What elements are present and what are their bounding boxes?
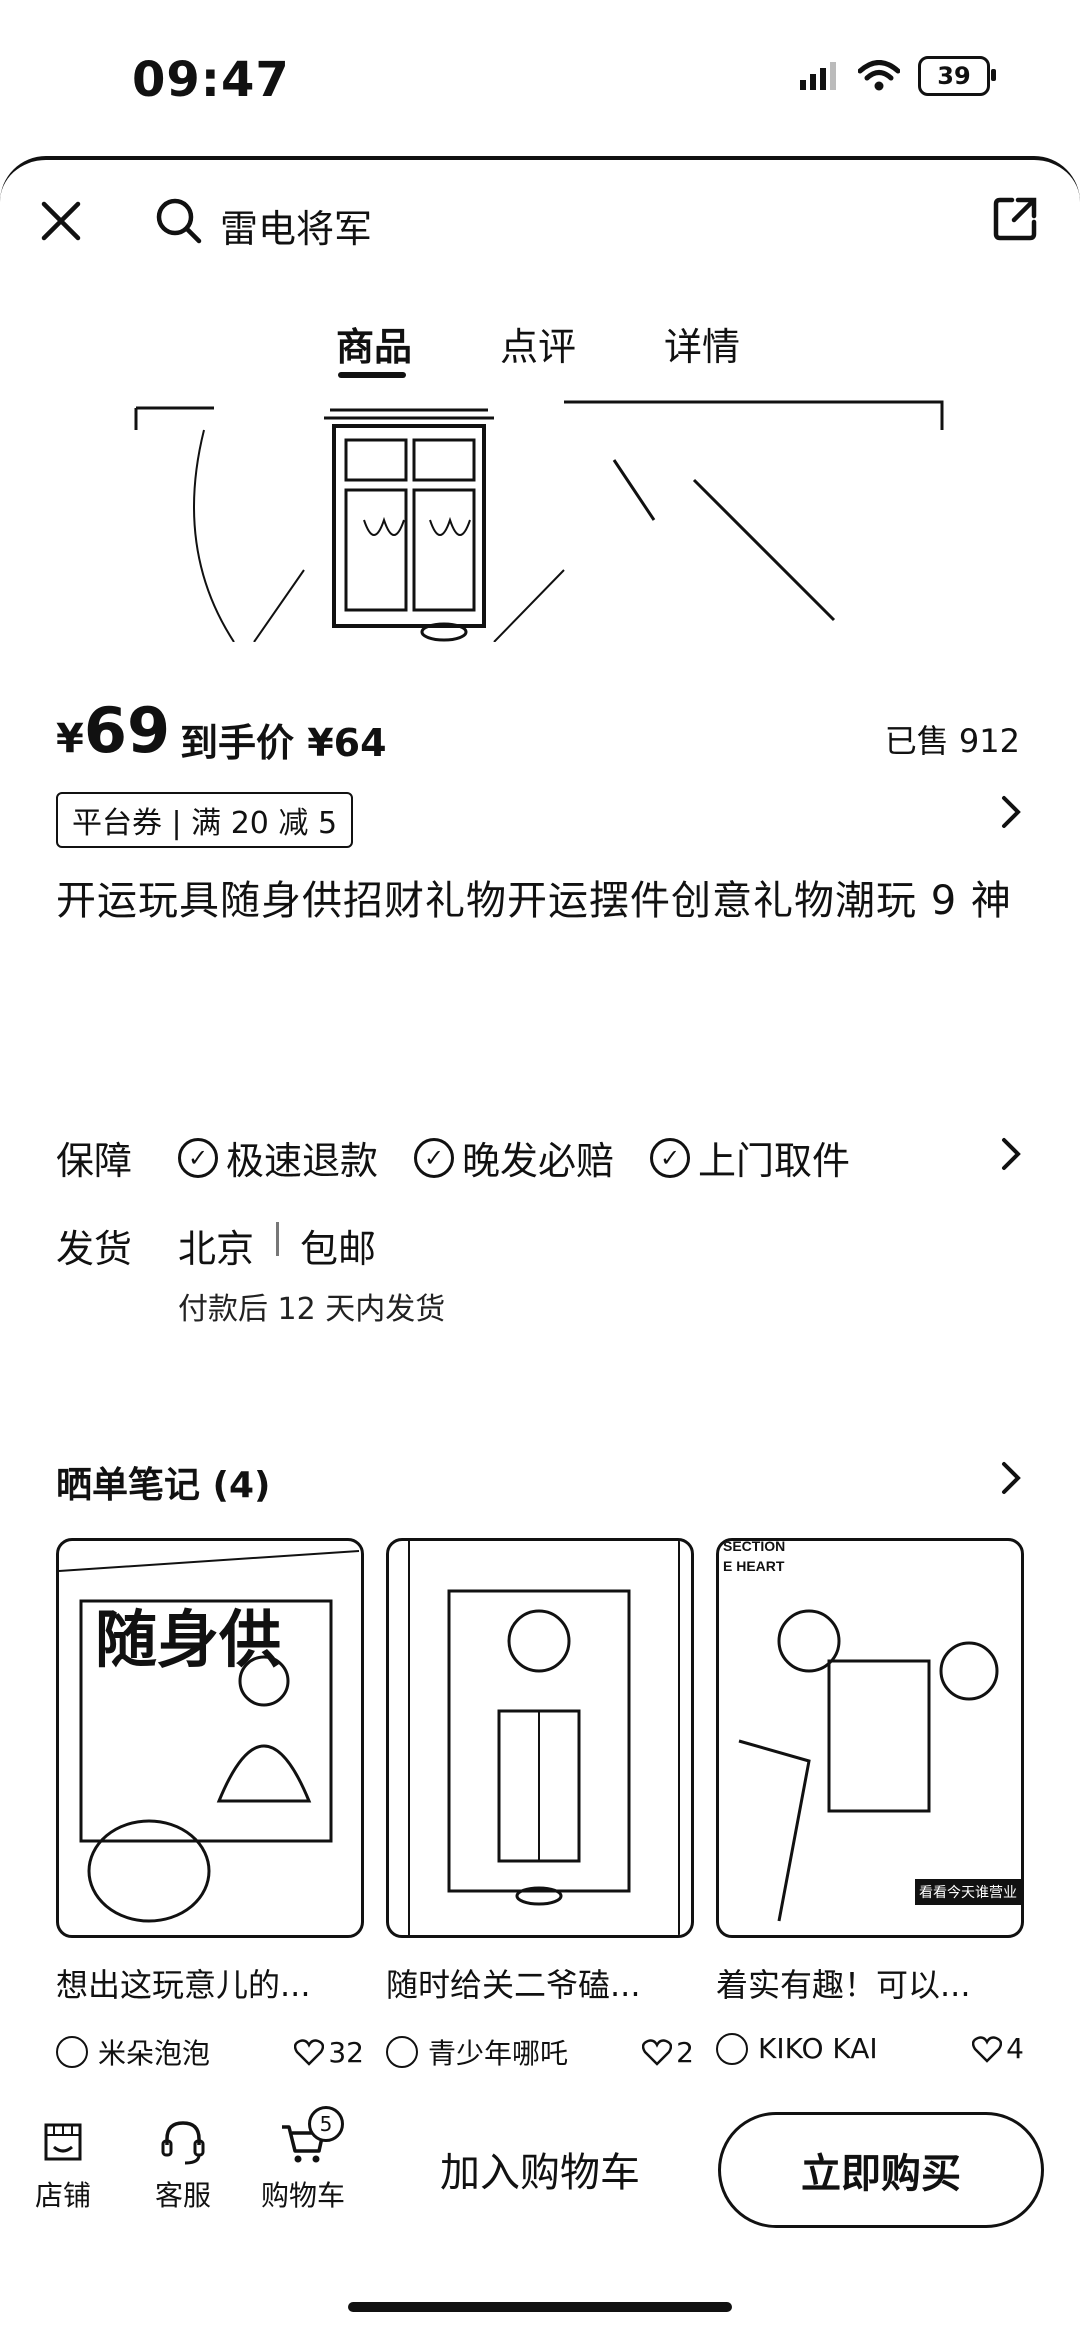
- shipping-label: 发货: [56, 1227, 133, 1271]
- close-button[interactable]: [34, 194, 88, 248]
- check-circle-icon: ✓: [650, 1137, 690, 1178]
- note-text: 随时给关二爷磕...: [386, 1966, 641, 2004]
- note-image-text: 随身供: [95, 1606, 281, 1675]
- note-image-text: SECTION: [723, 1541, 785, 1554]
- note-image-tag: 看看今天谁营业: [919, 1884, 1017, 1900]
- search-icon[interactable]: [154, 196, 204, 250]
- shop-button[interactable]: 店铺: [18, 2110, 108, 2214]
- guarantee-text: 晚发必赔: [462, 1139, 615, 1183]
- product-image[interactable]: [134, 400, 946, 642]
- cart-count-badge: 5: [308, 2106, 344, 2142]
- tab-reviews[interactable]: 点评: [500, 316, 576, 371]
- notes-chevron-icon[interactable]: [996, 1456, 1026, 1504]
- guarantee-label: 保障: [56, 1139, 133, 1183]
- note-image[interactable]: SECTION E HEART 看看今天谁营业: [716, 1538, 1024, 1938]
- avatar: [56, 2036, 88, 2068]
- shop-icon: [18, 2110, 108, 2174]
- coupon-badge[interactable]: 平台券 | 满 20 减 5: [56, 792, 354, 848]
- avatar: [386, 2036, 418, 2068]
- customer-service-button[interactable]: 客服: [138, 2110, 228, 2214]
- note-meta: KIKO KAI 4: [716, 2032, 1024, 2065]
- divider: [276, 1222, 279, 1256]
- guarantee-door-pickup[interactable]: ✓ 上门取件: [650, 1130, 850, 1185]
- avatar: [716, 2032, 748, 2065]
- guarantee-fast-refund[interactable]: ✓ 极速退款: [178, 1130, 378, 1185]
- tab-active-indicator: [338, 372, 406, 378]
- headset-icon: [138, 2110, 228, 2174]
- like-count: 32: [328, 2035, 364, 2069]
- shipping-city: 北京: [178, 1227, 255, 1271]
- service-label: 客服: [154, 2179, 211, 2212]
- product-title: 开运玩具随身供招财礼物开运摆件创意礼物潮玩 9 神: [56, 878, 1012, 924]
- cart-button[interactable]: 5 购物车: [258, 2106, 348, 2214]
- battery-icon: 39: [918, 56, 996, 96]
- guarantee-late-compensation[interactable]: ✓ 晚发必赔: [414, 1130, 614, 1185]
- heart-icon: [294, 2039, 325, 2066]
- wifi-icon: [858, 60, 900, 91]
- like-button[interactable]: 2: [642, 2036, 694, 2069]
- status-icons: 39: [800, 56, 996, 96]
- like-button[interactable]: 32: [294, 2036, 364, 2069]
- price-value: 69: [83, 694, 171, 767]
- check-circle-icon: ✓: [414, 1137, 454, 1178]
- shipping-note: 付款后 12 天内发货: [178, 1292, 446, 1327]
- coupon-chevron-icon[interactable]: [996, 790, 1026, 845]
- note-author: 米朵泡泡: [98, 2037, 211, 2070]
- cart-label: 购物车: [260, 2179, 345, 2212]
- note-text: 着实有趣！可以...: [716, 1966, 971, 2004]
- note-image[interactable]: 随身供: [56, 1538, 364, 1938]
- signal-icon: [800, 62, 836, 90]
- note-card[interactable]: 随时给关二爷磕... 青少年哪吒 2: [386, 1538, 694, 2072]
- note-author: 青少年哪吒: [428, 2037, 569, 2070]
- close-icon: [41, 201, 81, 241]
- price: ¥69: [56, 694, 170, 767]
- guarantee-text: 极速退款: [226, 1139, 379, 1183]
- search-query[interactable]: 雷电将军: [220, 198, 372, 253]
- like-button[interactable]: 4: [972, 2032, 1024, 2065]
- home-indicator[interactable]: [348, 2302, 732, 2312]
- share-icon: [993, 197, 1037, 241]
- shop-label: 店铺: [34, 2179, 91, 2212]
- status-time: 09:47: [132, 52, 290, 108]
- guarantee-chevron-icon[interactable]: [996, 1132, 1026, 1180]
- cart-icon: 5: [258, 2106, 348, 2174]
- buy-now-button[interactable]: 立即购买: [718, 2112, 1044, 2228]
- price-currency: ¥: [56, 716, 84, 762]
- tab-product[interactable]: 商品: [336, 316, 412, 371]
- note-image-text: E HEART: [723, 1558, 785, 1574]
- note-meta: 米朵泡泡 32: [56, 2032, 364, 2072]
- note-image[interactable]: [386, 1538, 694, 1938]
- tab-details[interactable]: 详情: [664, 316, 740, 371]
- notes-section-title[interactable]: 晒单笔记 (4): [56, 1456, 271, 1508]
- like-count: 4: [1006, 2032, 1024, 2065]
- note-text: 想出这玩意儿的...: [56, 1966, 311, 2004]
- note-card[interactable]: 随身供 想出这玩意儿的... 米朵泡泡 32: [56, 1538, 364, 2072]
- add-to-cart-button[interactable]: 加入购物车: [440, 2140, 640, 2198]
- heart-icon: [972, 2035, 1003, 2063]
- guarantee-text: 上门取件: [698, 1139, 851, 1183]
- heart-icon: [642, 2039, 673, 2066]
- check-circle-icon: ✓: [178, 1137, 218, 1178]
- sold-count: 已售 912: [884, 722, 1020, 760]
- note-author: KIKO KAI: [758, 2032, 878, 2065]
- note-card[interactable]: SECTION E HEART 看看今天谁营业 着实有趣！可以... KIKO …: [716, 1538, 1024, 2065]
- like-count: 2: [676, 2035, 694, 2069]
- share-button[interactable]: [990, 194, 1040, 248]
- final-price: 到手价 ¥64: [180, 721, 387, 765]
- note-meta: 青少年哪吒 2: [386, 2032, 694, 2072]
- free-shipping: 包邮: [300, 1227, 377, 1271]
